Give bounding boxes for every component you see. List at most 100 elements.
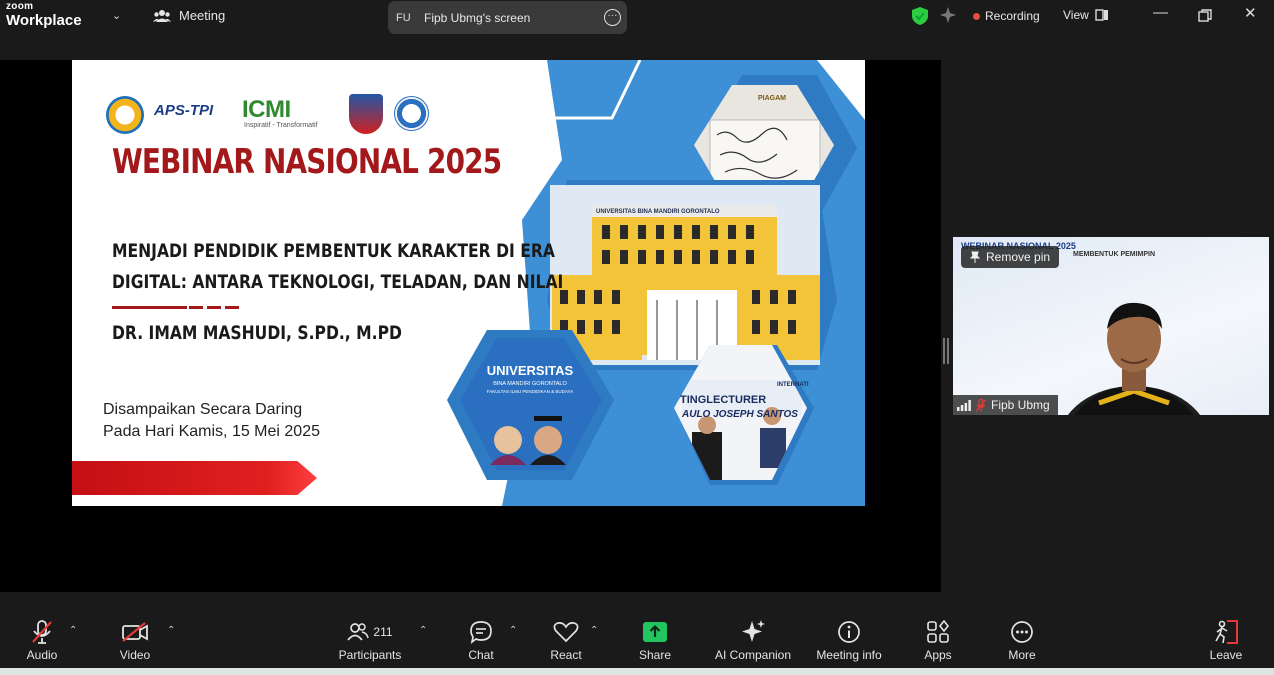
share-button[interactable]: Share [610, 618, 700, 662]
topic-line-2: DIGITAL: ANTARA TEKNOLOGI, TELADAN, DAN … [112, 271, 564, 293]
microphone-muted-icon [32, 620, 52, 644]
univ-name: UNIVERSITAS [487, 363, 574, 378]
meeting-info-label: Meeting info [816, 648, 882, 662]
participants-options-chevron-icon[interactable]: ⌃ [419, 625, 427, 636]
brand-workplace: Workplace [6, 12, 82, 29]
remove-pin-button[interactable]: Remove pin [961, 246, 1060, 268]
more-label: More [1008, 648, 1036, 662]
apps-grid-icon [927, 620, 950, 643]
meeting-info-button[interactable]: Meeting info [804, 618, 894, 662]
leave-button[interactable]: Leave [1181, 618, 1271, 662]
brand-zoom: zoom [6, 1, 34, 12]
video-options-chevron-icon[interactable]: ⌃ [167, 625, 175, 636]
zoom-workplace-logo: zoom Workplace [6, 1, 82, 29]
heart-icon [553, 621, 579, 643]
slide-speaker: DR. IMAM MASHUDI, S.PD., M.PD [112, 322, 402, 344]
slide-divider-dash [207, 306, 221, 309]
slide-divider-dash [189, 306, 203, 309]
participant-name-tag: Fipb Ubmg [953, 395, 1058, 415]
recording-dot-icon [973, 12, 980, 20]
shield-logo [349, 94, 383, 134]
participant-video-tile[interactable]: WEBINAR NASIONAL 2025 MEMBENTUK PEMIMPIN… [953, 237, 1269, 415]
minimize-icon[interactable]: — [1153, 4, 1168, 21]
certificate-label: PIAGAM [758, 95, 786, 102]
university-logo [106, 96, 144, 134]
slide-title: WEBINAR NASIONAL 2025 [112, 142, 502, 182]
sharer-initials: FU [396, 11, 411, 24]
top-bar: zoom Workplace ⌄ Meeting FU Fipb Ubmg's … [0, 0, 1274, 36]
view-label: View [1063, 8, 1089, 22]
recording-label: Recording [985, 9, 1040, 23]
topic-line-1: MENJADI PENDIDIK PEMBENTUK KARAKTER DI E… [112, 240, 555, 262]
screen-share-label: Fipb Ubmg's screen [424, 10, 531, 25]
aps-tpi-logo: APS-TPI [154, 102, 214, 119]
chevron-down-icon[interactable]: ⌄ [112, 9, 121, 22]
audio-label: Audio [26, 648, 58, 662]
camera-off-icon [122, 622, 148, 642]
video-label: Video [119, 648, 151, 662]
react-label: React [550, 648, 582, 662]
delivery-line-1: Disampaikan Secara Daring [103, 401, 303, 418]
delivery-line-2: Pada Hari Kamis, 15 Mei 2025 [103, 423, 320, 440]
participant-video [1067, 302, 1201, 415]
chat-options-chevron-icon[interactable]: ⌃ [509, 625, 517, 636]
building-label: UNIVERSITAS BINA MANDIRI GORONTALO [596, 209, 720, 215]
apps-label: Apps [924, 648, 952, 662]
taskbar-edge [0, 668, 1274, 675]
screen-share-indicator[interactable]: FU Fipb Ubmg's screen ··· [388, 1, 627, 34]
lecturer-banner: TINGLECTURER [680, 394, 766, 406]
univ-sub1: BINA MANDIRI GORONTALO [493, 381, 567, 387]
view-button[interactable]: View [1063, 8, 1109, 22]
panel-splitter-handle[interactable] [943, 338, 949, 364]
slide-divider [112, 306, 187, 309]
univ-sub2: FAKULTAS ILMU PENDIDIKAN & BUDAYA [487, 389, 573, 394]
ai-companion-button[interactable]: AI Companion [707, 618, 799, 662]
ai-companion-sparkle-icon [742, 620, 765, 642]
chat-bubble-icon [470, 621, 492, 644]
presentation-slide: PIAGAM UNIVERSITAS BINA MANDIRI GORONTAL [72, 60, 865, 506]
meeting-label: Meeting [179, 8, 226, 23]
participants-group-icon [153, 9, 171, 22]
more-options-icon[interactable]: ··· [604, 9, 621, 26]
tile-slide-sub: MEMBENTUK PEMIMPIN [1073, 251, 1156, 258]
shared-screen-area: PIAGAM UNIVERSITAS BINA MANDIRI GORONTAL [0, 60, 941, 592]
participant-name: Fipb Ubmg [991, 398, 1050, 412]
seal-logo [394, 96, 429, 131]
chat-label: Chat [468, 648, 494, 662]
leave-label: Leave [1209, 648, 1243, 662]
icmi-logo: ICMI [242, 96, 291, 123]
pin-icon [970, 251, 980, 263]
info-icon [838, 621, 860, 643]
restore-icon[interactable] [1198, 9, 1212, 23]
ai-companion-label: AI Companion [714, 648, 792, 662]
participants-icon [347, 623, 370, 641]
participant-count: 211 [373, 625, 393, 639]
more-button[interactable]: More [977, 618, 1067, 662]
close-window-icon[interactable]: ✕ [1244, 4, 1257, 22]
apps-button[interactable]: Apps [893, 618, 983, 662]
share-screen-icon [643, 622, 667, 642]
react-options-chevron-icon[interactable]: ⌃ [590, 625, 598, 636]
lecturer-name: AULO JOSEPH SANTOS [681, 409, 798, 420]
signal-strength-icon [957, 399, 971, 411]
slide-delivery: Disampaikan Secara Daring Pada Hari Kami… [103, 399, 320, 443]
remove-pin-label: Remove pin [986, 250, 1051, 264]
meeting-menu[interactable]: Meeting [153, 8, 225, 23]
audio-options-chevron-icon[interactable]: ⌃ [69, 625, 77, 636]
slide-topic: MENJADI PENDIDIK PEMBENTUK KARAKTER DI E… [112, 236, 563, 298]
icmi-tagline: Inspiratif - Transformatif [244, 122, 318, 129]
leave-exit-icon [1215, 620, 1238, 644]
more-dots-icon [1011, 621, 1033, 643]
slide-red-ribbon [72, 461, 317, 495]
recording-indicator[interactable]: Recording [973, 9, 1040, 23]
meeting-toolbar: Audio ⌃ Video ⌃ 211 Participants ⌃ Chat … [0, 608, 1274, 668]
participants-label: Participants [338, 648, 402, 662]
ai-sparkle-icon[interactable] [939, 6, 957, 24]
view-layout-icon [1095, 9, 1108, 21]
mic-muted-icon [976, 398, 986, 411]
share-label: Share [638, 648, 672, 662]
lecturer-top: INTERNATI [777, 382, 809, 388]
encryption-shield-icon[interactable] [911, 6, 929, 26]
participants-button[interactable]: 211 Participants [325, 618, 415, 662]
slide-divider-dash [225, 306, 239, 309]
